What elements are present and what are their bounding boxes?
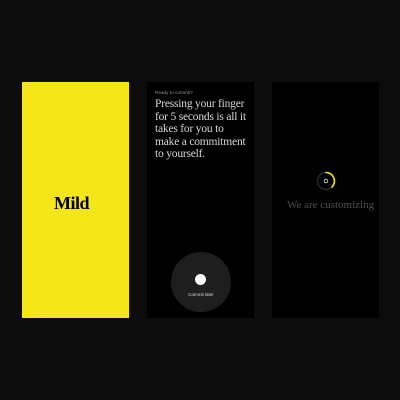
- press-dot-icon: [195, 274, 206, 285]
- loading-ring-icon: [316, 171, 336, 191]
- loading-screen: We are customizing: [272, 82, 379, 318]
- app-logo: Mild: [54, 196, 106, 210]
- commit-headline: Pressing your finger for 5 seconds is al…: [155, 98, 246, 161]
- splash-screen: Mild: [22, 82, 129, 318]
- logo-text: Mild: [54, 196, 90, 210]
- commit-later-button[interactable]: Commit later: [171, 292, 231, 297]
- press-hold-button[interactable]: Commit later: [171, 252, 231, 312]
- customizing-status: We are customizing: [287, 199, 375, 211]
- commit-kicker: Ready to commit?: [155, 90, 193, 95]
- commit-screen: Ready to commit? Pressing your finger fo…: [147, 82, 254, 318]
